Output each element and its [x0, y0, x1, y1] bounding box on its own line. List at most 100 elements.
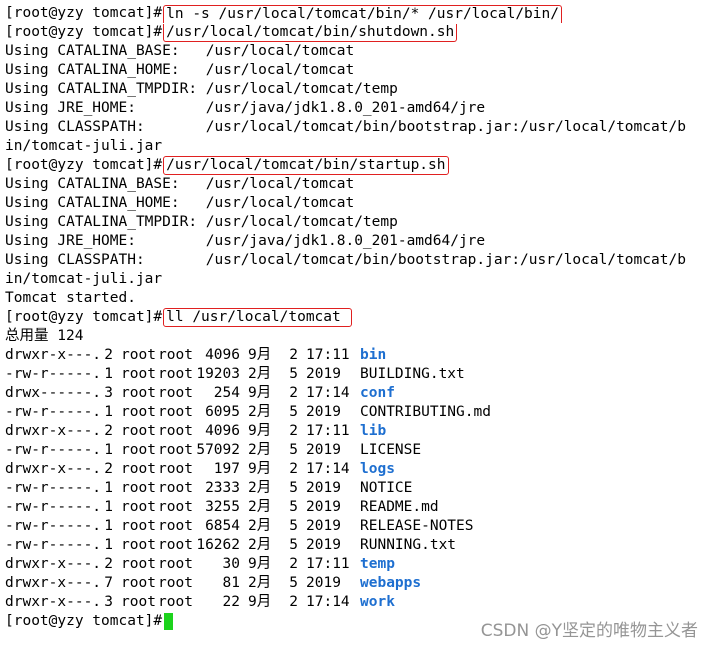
file-time: 17:14 — [306, 385, 350, 401]
file-permissions: -rw-r-----. — [5, 442, 102, 458]
command-text: /usr/local/tomcat/bin/shutdown.sh — [166, 23, 455, 40]
file-size: 57092 — [196, 442, 240, 458]
file-name: RELEASE-NOTES — [360, 518, 474, 534]
terminal-window[interactable]: [root@yzy tomcat]# ln -s /usr/local/tomc… — [0, 0, 714, 651]
file-month: 9月 — [248, 461, 272, 477]
output-line: Using CATALINA_TMPDIR: /usr/local/tomcat… — [5, 214, 398, 230]
file-owner: root — [121, 442, 156, 458]
command-text: ln -s /usr/local/tomcat/bin/* /usr/local… — [166, 5, 559, 22]
listing-row: -rw-r-----. 1 root root 6854 2月 5 2019 RELEASE-N… — [5, 517, 714, 536]
file-month: 9月 — [248, 594, 272, 610]
file-group: root — [158, 480, 193, 496]
file-name: CONTRIBUTING.md — [360, 404, 491, 420]
file-owner: root — [121, 556, 156, 572]
file-time: 17:14 — [306, 461, 350, 477]
file-day: 2 — [289, 461, 298, 477]
file-day: 2 — [289, 347, 298, 363]
file-name: BUILDING.txt — [360, 366, 465, 382]
file-owner: root — [121, 347, 156, 363]
directory-name: work — [360, 594, 395, 610]
file-group: root — [158, 537, 193, 553]
file-owner: root — [121, 594, 156, 610]
file-owner: root — [121, 480, 156, 496]
file-permissions: -rw-r-----. — [5, 480, 102, 496]
file-permissions: drwxr-x---. — [5, 556, 102, 572]
output-line: Tomcat started. — [5, 290, 136, 306]
file-link-count: 2 — [104, 423, 113, 439]
terminal-line: [root@yzy tomcat]# /usr/local/tomcat/bin… — [5, 23, 714, 42]
file-size: 197 — [213, 461, 240, 477]
total-line: 总用量 124 — [5, 328, 84, 344]
shell-prompt: [root@yzy tomcat]# — [5, 24, 163, 40]
file-time: 2019 — [306, 404, 341, 420]
file-owner: root — [121, 404, 156, 420]
file-group: root — [158, 385, 193, 401]
listing-row: drwxr-x---. 7 root root 81 2月 5 2019 webapps — [5, 574, 714, 593]
file-group: root — [158, 461, 193, 477]
file-permissions: drwxr-x---. — [5, 423, 102, 439]
file-group: root — [158, 347, 193, 363]
listing-row: drwxr-x---. 2 root root 4096 9月 2 17:11 bin — [5, 346, 714, 365]
file-size: 2333 — [205, 480, 240, 496]
file-size: 6854 — [205, 518, 240, 534]
file-name: LICENSE — [360, 442, 422, 458]
directory-name: bin — [360, 347, 387, 363]
file-link-count: 1 — [104, 442, 113, 458]
file-permissions: drwx------. — [5, 385, 102, 401]
file-size: 81 — [222, 575, 240, 591]
file-group: root — [158, 366, 193, 382]
file-name: RUNNING.txt — [360, 537, 457, 553]
output-line: in/tomcat-juli.jar — [5, 138, 163, 154]
file-day: 5 — [289, 366, 298, 382]
directory-name: temp — [360, 556, 395, 572]
file-day: 5 — [289, 499, 298, 515]
directory-name: logs — [360, 461, 395, 477]
file-size: 22 — [222, 594, 240, 610]
file-month: 2月 — [248, 442, 272, 458]
text-cursor[interactable] — [164, 613, 174, 630]
command-text: ll /usr/local/tomcat — [166, 309, 341, 325]
file-permissions: drwxr-x---. — [5, 461, 102, 477]
listing-row: -rw-r-----. 1 root root 16262 2月 5 2019 RUNNING.… — [5, 536, 714, 555]
shell-prompt: [root@yzy tomcat]# — [5, 5, 163, 21]
file-day: 5 — [289, 537, 298, 553]
file-day: 2 — [289, 594, 298, 610]
watermark: CSDN @Y坚定的唯物主义者 — [480, 621, 698, 641]
file-group: root — [158, 404, 193, 420]
directory-name: webapps — [360, 575, 422, 591]
file-group: root — [158, 556, 193, 572]
file-day: 5 — [289, 404, 298, 420]
file-owner: root — [121, 385, 156, 401]
file-group: root — [158, 518, 193, 534]
file-group: root — [158, 575, 193, 591]
file-month: 2月 — [248, 404, 272, 420]
file-link-count: 1 — [104, 366, 113, 382]
file-group: root — [158, 442, 193, 458]
file-size: 4096 — [205, 347, 240, 363]
listing-row: drwxr-x---. 2 root root 197 9月 2 17:14 logs — [5, 460, 714, 479]
output-line: Using CATALINA_HOME: /usr/local/tomcat — [5, 195, 355, 211]
shell-prompt: [root@yzy tomcat]# — [5, 157, 163, 173]
highlighted-command: ll /usr/local/tomcat — [163, 308, 352, 327]
listing-row: drwxr-x---. 2 root root 30 9月 2 17:11 temp — [5, 555, 714, 574]
file-size: 6095 — [205, 404, 240, 420]
file-month: 2月 — [248, 499, 272, 515]
file-time: 17:11 — [306, 347, 350, 363]
file-day: 5 — [289, 442, 298, 458]
file-link-count: 2 — [104, 461, 113, 477]
file-month: 9月 — [248, 347, 272, 363]
file-size: 254 — [213, 385, 240, 401]
file-day: 2 — [289, 556, 298, 572]
file-time: 2019 — [306, 537, 341, 553]
output-line: in/tomcat-juli.jar — [5, 271, 163, 287]
file-time: 2019 — [306, 499, 341, 515]
file-link-count: 2 — [104, 556, 113, 572]
terminal-line: [root@yzy tomcat]# ln -s /usr/local/tomc… — [5, 4, 714, 23]
listing-row: drwxr-x---. 2 root root 4096 9月 2 17:11 lib — [5, 422, 714, 441]
file-month: 9月 — [248, 385, 272, 401]
file-link-count: 1 — [104, 518, 113, 534]
file-permissions: -rw-r-----. — [5, 499, 102, 515]
file-link-count: 1 — [104, 499, 113, 515]
file-month: 2月 — [248, 480, 272, 496]
file-size: 4096 — [205, 423, 240, 439]
